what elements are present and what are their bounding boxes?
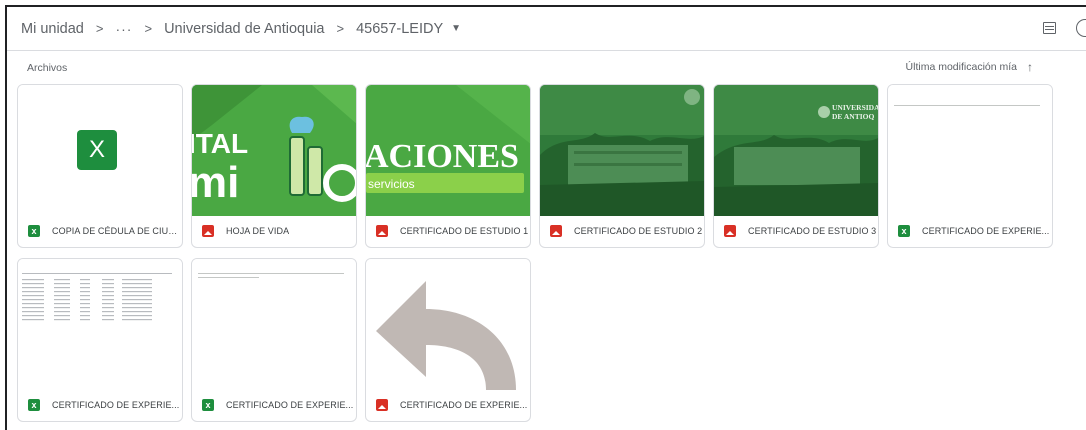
file-name: CERTIFICADO DE ESTUDIO 1	[400, 225, 529, 236]
logo-text-universidad: UNIVERSIDA	[832, 103, 878, 112]
file-thumbnail[interactable]: X	[18, 85, 182, 216]
file-name: CERTIFICADO DE EXPERIE...	[226, 399, 354, 410]
file-name: COPIA DE CÉDULA DE CIUD...	[52, 225, 182, 236]
file-card[interactable]: CERTIFICADO DE EXPERIE...	[365, 258, 531, 422]
chevron-right-icon: >	[336, 21, 345, 36]
sheets-logo-icon: X	[77, 130, 117, 170]
file-footer: x CERTIFICADO DE EXPERIE...	[18, 388, 182, 421]
spreadsheet-preview	[894, 105, 1046, 109]
breadcrumb-ellipsis[interactable]: ···	[115, 21, 132, 37]
file-card[interactable]: x CERTIFICADO DE EXPERIE...	[887, 84, 1053, 248]
file-card[interactable]: x CERTIFICADO DE EXPERIE...	[191, 258, 357, 422]
info-icon[interactable]	[1076, 19, 1086, 37]
file-footer: x CERTIFICADO DE EXPERIE...	[192, 388, 356, 421]
file-card[interactable]: X x COPIA DE CÉDULA DE CIUD...	[17, 84, 183, 248]
sort-control[interactable]: Última modificación mía ↑	[906, 60, 1033, 74]
file-thumbnail[interactable]	[366, 259, 530, 390]
drive-window: Mi unidad > ··· > Universidad de Antioqu…	[5, 5, 1086, 430]
image-file-icon	[376, 224, 388, 237]
chevron-right-icon: >	[95, 21, 104, 36]
breadcrumb-current[interactable]: 45657-LEIDY	[356, 21, 443, 37]
file-name: CERTIFICADO DE ESTUDIO 2	[574, 225, 703, 236]
caret-down-icon[interactable]: ▼	[451, 23, 461, 34]
spreadsheet-icon: x	[202, 398, 214, 411]
banner-text-familia: mi	[192, 158, 239, 207]
spreadsheet-icon: x	[28, 224, 40, 237]
spreadsheet-preview	[198, 273, 350, 281]
file-name: CERTIFICADO DE ESTUDIO 3	[748, 225, 877, 236]
breadcrumb: Mi unidad > ··· > Universidad de Antioqu…	[21, 21, 461, 37]
file-footer: HOJA DE VIDA	[192, 214, 356, 247]
file-footer: CERTIFICADO DE EXPERIE...	[366, 388, 530, 421]
banner-capital-familia: ITAL mi	[192, 85, 356, 216]
file-name: CERTIFICADO DE EXPERIE...	[922, 225, 1050, 236]
top-bar: Mi unidad > ··· > Universidad de Antioqu…	[7, 7, 1086, 51]
file-footer: CERTIFICADO DE ESTUDIO 1	[366, 214, 530, 247]
campus-photo	[540, 85, 704, 216]
banner-text-capital: ITAL	[192, 128, 248, 159]
file-footer: CERTIFICADO DE ESTUDIO 3	[714, 214, 878, 247]
file-card[interactable]: x CERTIFICADO DE EXPERIE...	[17, 258, 183, 422]
file-thumbnail[interactable]	[18, 259, 182, 390]
breadcrumb-root[interactable]: Mi unidad	[21, 21, 84, 37]
reply-arrow-icon	[376, 281, 516, 390]
banner-text-servicios: servicios	[368, 177, 415, 191]
file-footer: CERTIFICADO DE ESTUDIO 2	[540, 214, 704, 247]
file-thumbnail[interactable]: UNIVERSIDA DE ANTIOQ	[714, 85, 878, 216]
image-file-icon	[202, 224, 214, 237]
file-card[interactable]: UNIVERSIDA DE ANTIOQ CERTIFICADO DE ESTU…	[713, 84, 879, 248]
file-footer: x COPIA DE CÉDULA DE CIUD...	[18, 214, 182, 247]
spreadsheet-icon: x	[898, 224, 910, 237]
image-file-icon	[724, 224, 736, 237]
banner-aciones: ACIONES servicios	[366, 85, 530, 216]
file-thumbnail[interactable]	[192, 259, 356, 390]
breadcrumb-parent[interactable]: Universidad de Antioquia	[164, 21, 324, 37]
spreadsheet-icon: x	[28, 398, 40, 411]
file-card[interactable]: ACIONES servicios CERTIFICADO DE ESTUDIO…	[365, 84, 531, 248]
sort-label[interactable]: Última modificación mía	[906, 61, 1017, 73]
file-thumbnail[interactable]: ITAL mi	[192, 85, 356, 216]
arrow-up-icon[interactable]: ↑	[1027, 60, 1033, 74]
file-name: CERTIFICADO DE EXPERIE...	[400, 399, 528, 410]
file-name: CERTIFICADO DE EXPERIE...	[52, 399, 180, 410]
campus-photo-logo: UNIVERSIDA DE ANTIOQ	[714, 85, 878, 216]
file-card[interactable]: ITAL mi HOJA DE VIDA	[191, 84, 357, 248]
file-name: HOJA DE VIDA	[226, 225, 290, 236]
image-file-icon	[376, 398, 388, 411]
file-thumbnail[interactable]	[888, 85, 1052, 216]
list-view-icon[interactable]	[1043, 22, 1056, 34]
logo-text-antioquia: DE ANTIOQ	[832, 112, 874, 121]
image-file-icon	[550, 224, 562, 237]
spreadsheet-preview	[22, 273, 172, 321]
file-thumbnail[interactable]	[540, 85, 704, 216]
file-card[interactable]: CERTIFICADO DE ESTUDIO 2	[539, 84, 705, 248]
chevron-right-icon: >	[144, 21, 153, 36]
view-controls	[1043, 19, 1086, 37]
file-footer: x CERTIFICADO DE EXPERIE...	[888, 214, 1052, 247]
banner-text-aciones: ACIONES	[366, 138, 519, 175]
section-title: Archivos	[27, 62, 68, 74]
file-thumbnail[interactable]: ACIONES servicios	[366, 85, 530, 216]
